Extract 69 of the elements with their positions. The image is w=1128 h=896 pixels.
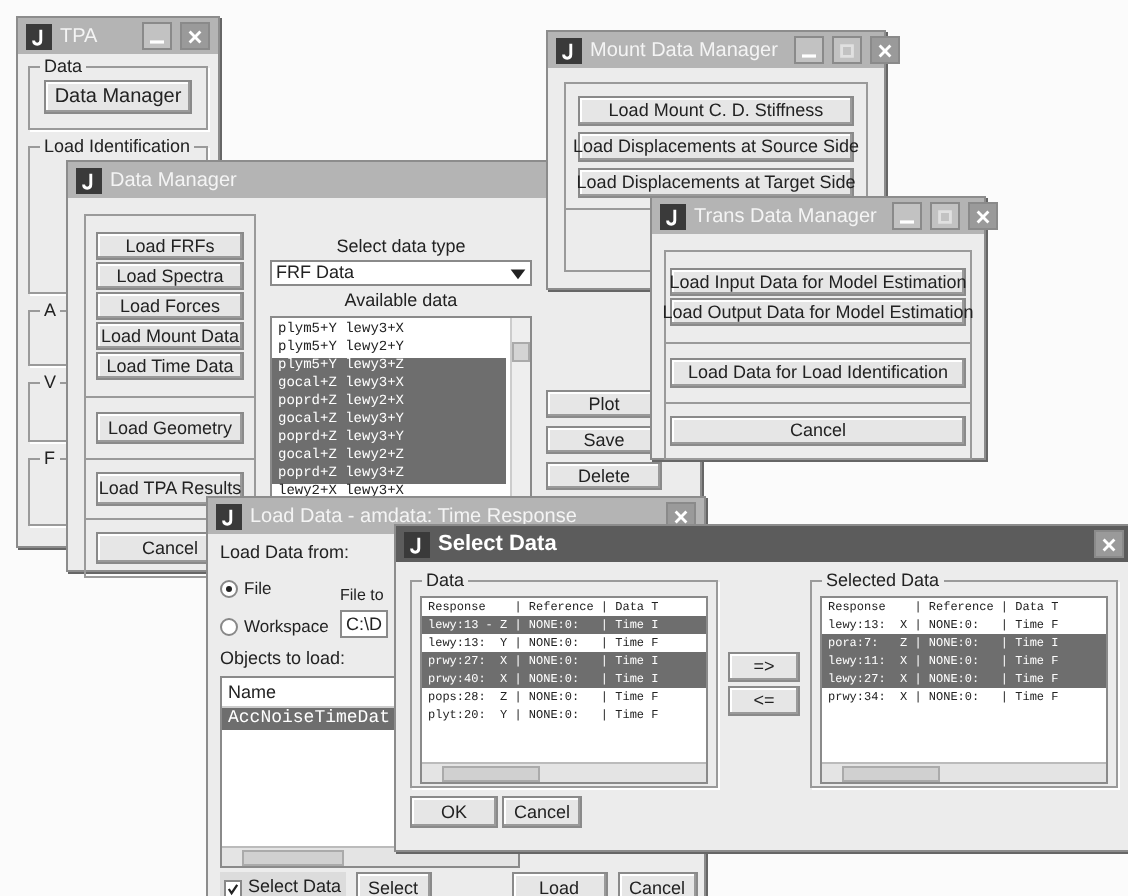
data-list[interactable] xyxy=(420,596,708,784)
minimize-icon xyxy=(900,220,915,224)
move-button[interactable]: <= xyxy=(728,686,800,716)
button-label[interactable]: Load TPA Results xyxy=(96,472,244,506)
window-title: TPA xyxy=(60,23,98,51)
button-label[interactable]: Data Manager xyxy=(44,80,192,114)
button-label[interactable]: Load Geometry xyxy=(96,412,244,444)
minimize-icon xyxy=(801,54,816,58)
select-type-label: Select data type xyxy=(334,234,468,258)
radio-button[interactable] xyxy=(220,580,238,598)
button-label[interactable]: Load Forces xyxy=(96,292,244,320)
window-title: Mount Data Manager xyxy=(590,37,778,65)
close-button[interactable] xyxy=(869,36,900,64)
checkmark-icon xyxy=(226,881,240,895)
maximize-button[interactable] xyxy=(930,202,961,230)
close-icon xyxy=(875,41,894,59)
button-label[interactable]: Cancel xyxy=(502,796,582,828)
close-button[interactable] xyxy=(1094,530,1124,558)
close-button[interactable] xyxy=(180,22,210,50)
button-label[interactable]: Load Displacements at Target Side xyxy=(578,168,854,198)
close-icon xyxy=(672,507,690,525)
button-label[interactable]: Load Spectra xyxy=(96,262,244,290)
file-label: File to xyxy=(340,584,384,608)
button-label[interactable]: Load Mount C. D. Stiffness xyxy=(578,96,854,126)
close-button[interactable] xyxy=(968,202,999,230)
group-label: Load Identification xyxy=(40,134,195,158)
button-label[interactable]: Cancel xyxy=(670,416,966,446)
button-label[interactable]: Load Input Data for Model Estimation xyxy=(670,268,966,296)
button-label[interactable]: Load Mount Data xyxy=(96,322,244,350)
close-icon xyxy=(186,27,204,45)
group-label: Selected Data xyxy=(822,568,944,592)
close-icon xyxy=(974,207,993,225)
button-label[interactable]: Load Time Data xyxy=(96,352,244,380)
minimize-button[interactable] xyxy=(142,22,172,50)
maximize-button[interactable] xyxy=(831,36,862,64)
group-label: F xyxy=(40,446,59,470)
radio-label: Workspace xyxy=(244,614,329,640)
button-label[interactable]: Select xyxy=(355,872,432,896)
objects-label: Objects to load: xyxy=(220,646,346,670)
file-path-field[interactable]: C:\D xyxy=(340,610,388,638)
horizontal-scrollbar[interactable] xyxy=(822,762,1106,782)
radio-button[interactable] xyxy=(220,618,238,636)
minimize-button[interactable] xyxy=(892,202,923,230)
checkbox-label: Select Data xyxy=(248,874,342,896)
group-label: A xyxy=(40,298,61,322)
horizontal-scrollbar[interactable] xyxy=(422,762,706,782)
dropdown-arrow-icon xyxy=(510,265,526,281)
window-title: Data Manager xyxy=(110,167,237,195)
move-button[interactable]: => xyxy=(728,652,800,682)
button-label[interactable]: OK xyxy=(410,796,498,828)
radio-label: File xyxy=(244,576,272,602)
checkbox[interactable] xyxy=(224,879,242,896)
button-label[interactable]: Load Displacements at Source Side xyxy=(578,132,854,162)
group-label: V xyxy=(40,370,61,394)
data-type-dropdown[interactable]: FRF Data xyxy=(270,260,532,286)
button-label[interactable]: Load Data for Load Identification xyxy=(670,358,966,388)
button-label[interactable]: Load xyxy=(511,872,608,896)
button-label[interactable]: Cancel xyxy=(617,872,698,896)
action-button[interactable]: Delete xyxy=(546,462,662,490)
minimize-button[interactable] xyxy=(793,36,824,64)
close-icon xyxy=(1100,535,1118,553)
available-data-label: Available data xyxy=(342,288,460,312)
group-label: Data xyxy=(40,54,87,78)
group-label: Data xyxy=(422,568,469,592)
button-label[interactable]: Load FRFs xyxy=(96,232,244,260)
window-title: Trans Data Manager xyxy=(694,203,877,231)
maximize-icon xyxy=(837,41,856,59)
maximize-icon xyxy=(936,207,955,225)
minimize-icon xyxy=(150,40,164,44)
